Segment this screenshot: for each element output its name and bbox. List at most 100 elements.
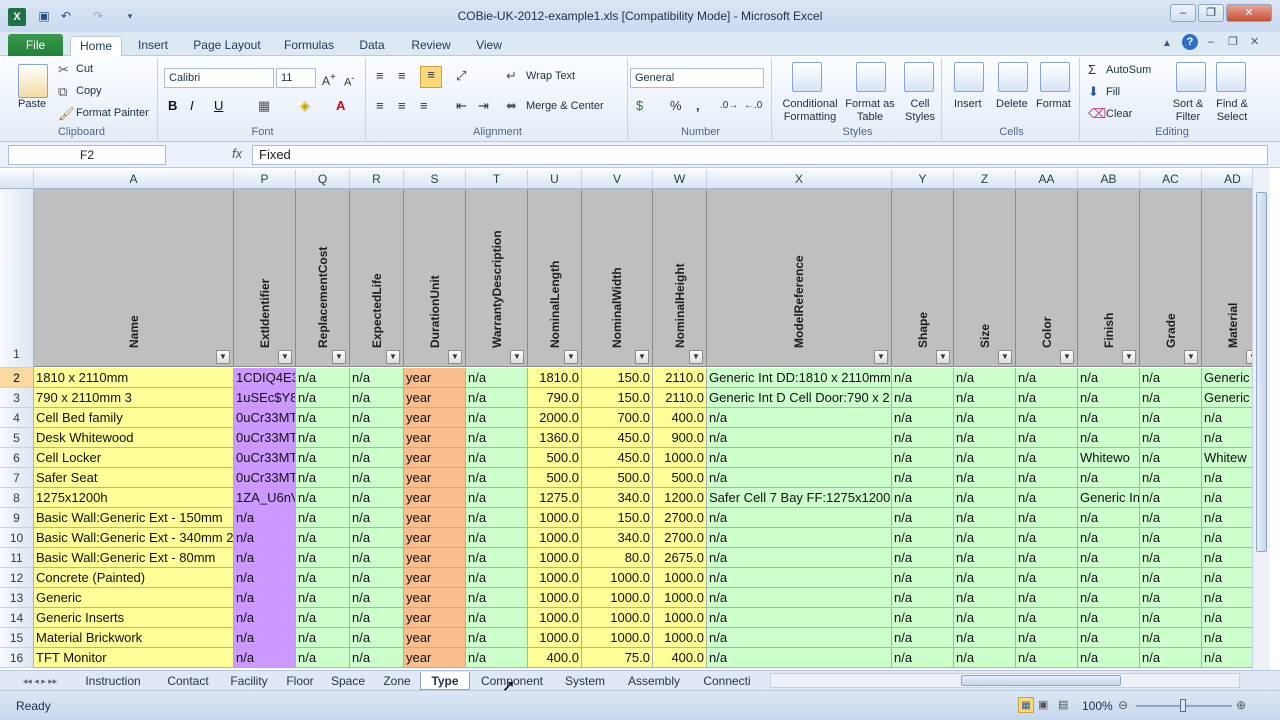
table-cell[interactable]: n/a	[954, 368, 1016, 388]
table-cell[interactable]: Generic Int DD:1810 x 2110mm	[707, 368, 892, 388]
table-cell[interactable]: 1000.0	[653, 628, 707, 648]
filter-dropdown-icon[interactable]: ▼	[216, 350, 230, 364]
row-header[interactable]: 8	[0, 488, 34, 508]
table-cell[interactable]: year	[404, 388, 466, 408]
sheet-tab[interactable]: Instruction	[72, 672, 154, 690]
table-cell[interactable]: n/a	[296, 508, 350, 528]
table-cell[interactable]: n/a	[1202, 488, 1252, 508]
sheet-tab[interactable]: System	[554, 672, 616, 690]
page-break-view-icon[interactable]: ▤	[1058, 697, 1068, 713]
table-cell[interactable]: year	[404, 608, 466, 628]
table-cell[interactable]: n/a	[466, 528, 528, 548]
table-cell[interactable]: n/a	[350, 388, 404, 408]
header-cell[interactable]: Material▼	[1202, 189, 1252, 367]
table-cell[interactable]: n/a	[892, 528, 954, 548]
borders-icon[interactable]: ▦	[258, 98, 270, 114]
filter-dropdown-icon[interactable]: ▼	[635, 350, 649, 364]
table-cell[interactable]: 1000.0	[582, 568, 653, 588]
table-cell[interactable]: Generic	[1202, 368, 1252, 388]
sheet-tab[interactable]: Zone	[374, 672, 420, 690]
table-cell[interactable]: n/a	[234, 608, 296, 628]
table-cell[interactable]: n/a	[954, 508, 1016, 528]
row-header[interactable]: 9	[0, 508, 34, 528]
table-cell[interactable]: n/a	[296, 528, 350, 548]
align-center-icon[interactable]: ≡	[398, 98, 406, 114]
table-cell[interactable]: n/a	[954, 568, 1016, 588]
table-cell[interactable]: n/a	[350, 488, 404, 508]
table-cell[interactable]: 1000.0	[582, 608, 653, 628]
table-cell[interactable]: Desk Whitewood	[34, 428, 234, 448]
table-cell[interactable]: 1000.0	[582, 588, 653, 608]
table-cell[interactable]: n/a	[1140, 368, 1202, 388]
table-cell[interactable]: 2675.0	[653, 548, 707, 568]
tab-data[interactable]: Data	[352, 36, 392, 56]
sheet-tab[interactable]: Contact	[156, 672, 220, 690]
table-cell[interactable]: n/a	[707, 628, 892, 648]
table-cell[interactable]: 1360.0	[528, 428, 582, 448]
zoom-out-icon[interactable]: ⊖	[1118, 697, 1128, 713]
table-cell[interactable]: n/a	[296, 488, 350, 508]
orientation-icon[interactable]: ⤢	[456, 68, 466, 84]
table-cell[interactable]: n/a	[1016, 368, 1078, 388]
table-cell[interactable]: n/a	[466, 488, 528, 508]
workbook-close-icon[interactable]: ✕	[1250, 34, 1259, 50]
table-cell[interactable]: n/a	[1202, 408, 1252, 428]
find-select-button[interactable]: Find & Select	[1210, 98, 1254, 124]
align-left-icon[interactable]: ≡	[376, 98, 384, 114]
table-cell[interactable]: n/a	[1016, 428, 1078, 448]
row-header[interactable]: 2	[0, 368, 34, 388]
table-cell[interactable]: n/a	[954, 588, 1016, 608]
italic-button[interactable]: I	[190, 98, 194, 114]
fill-color-icon[interactable]: ◈	[300, 98, 310, 114]
decrease-indent-icon[interactable]: ⇤	[456, 98, 467, 114]
table-cell[interactable]: n/a	[1140, 508, 1202, 528]
table-cell[interactable]: n/a	[1016, 588, 1078, 608]
table-cell[interactable]: 1000.0	[528, 508, 582, 528]
column-header[interactable]: Q	[296, 170, 350, 189]
header-cell[interactable]: WarrantyDescription ▼	[466, 189, 528, 367]
table-cell[interactable]: 80.0	[582, 548, 653, 568]
table-cell[interactable]: n/a	[1202, 528, 1252, 548]
worksheet-grid[interactable]: A P Q R S T U V W X Y Z AA AB AC AD 1 Name ▼ ExtIdentifier…	[0, 170, 1252, 670]
table-cell[interactable]: n/a	[1078, 528, 1140, 548]
row-header[interactable]: 6	[0, 448, 34, 468]
table-cell[interactable]: Material Brickwork	[34, 628, 234, 648]
header-cell[interactable]: Size ▼	[954, 189, 1016, 367]
table-cell[interactable]: n/a	[1140, 468, 1202, 488]
row-header[interactable]: 14	[0, 608, 34, 628]
table-cell[interactable]: n/a	[296, 548, 350, 568]
header-cell[interactable]: Shape ▼	[892, 189, 954, 367]
header-cell[interactable]: NominalHeight ▼	[653, 189, 707, 367]
column-header[interactable]: P	[234, 170, 296, 189]
table-cell[interactable]: 1000.0	[528, 588, 582, 608]
tab-review[interactable]: Review	[404, 36, 458, 56]
merge-center-button[interactable]: Merge & Center	[526, 100, 604, 112]
table-cell[interactable]: n/a	[954, 548, 1016, 568]
normal-view-icon[interactable]: ▦	[1018, 697, 1034, 713]
table-cell[interactable]: n/a	[350, 368, 404, 388]
table-cell[interactable]: n/a	[350, 428, 404, 448]
number-format-select[interactable]: General	[630, 68, 764, 88]
table-cell[interactable]: n/a	[1016, 648, 1078, 668]
table-cell[interactable]: 400.0	[528, 648, 582, 668]
table-cell[interactable]: n/a	[296, 588, 350, 608]
cut-button[interactable]: Cut	[76, 63, 93, 75]
font-size-select[interactable]: 11	[276, 68, 316, 88]
collapse-ribbon-icon[interactable]: ▲	[1162, 36, 1172, 52]
table-cell[interactable]: n/a	[707, 588, 892, 608]
table-cell[interactable]: n/a	[1140, 608, 1202, 628]
row-header[interactable]: 3	[0, 388, 34, 408]
align-right-icon[interactable]: ≡	[420, 98, 428, 114]
table-cell[interactable]: 1000.0	[528, 528, 582, 548]
table-cell[interactable]: n/a	[707, 648, 892, 668]
table-cell[interactable]: n/a	[707, 568, 892, 588]
table-cell[interactable]: year	[404, 568, 466, 588]
row-header[interactable]: 1	[0, 189, 34, 368]
table-cell[interactable]: n/a	[892, 408, 954, 428]
paste-icon[interactable]	[18, 64, 48, 98]
table-cell[interactable]: n/a	[954, 428, 1016, 448]
table-cell[interactable]: 1000.0	[653, 448, 707, 468]
table-cell[interactable]: year	[404, 648, 466, 668]
header-cell[interactable]: Grade ▼	[1140, 189, 1202, 367]
table-cell[interactable]: n/a	[350, 588, 404, 608]
